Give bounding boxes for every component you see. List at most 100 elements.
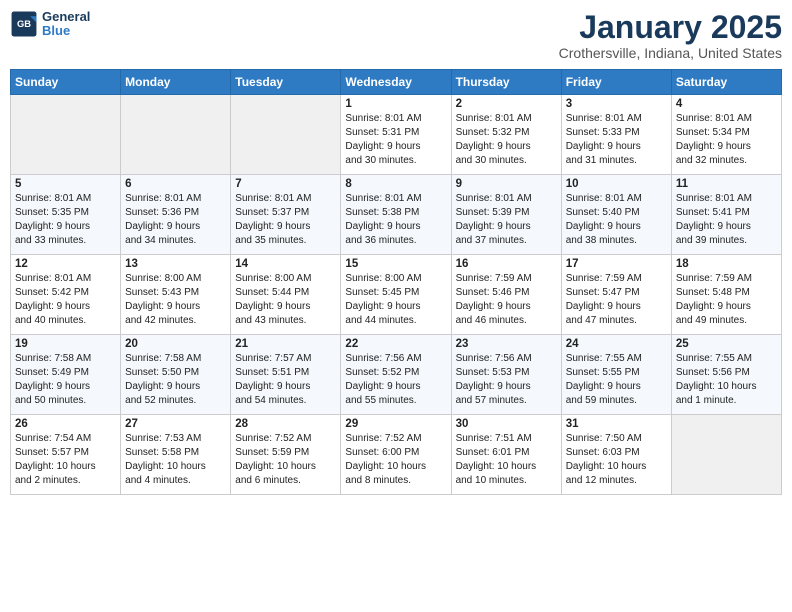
- logo: GB General Blue: [10, 10, 90, 39]
- day-number: 31: [566, 418, 667, 430]
- day-number: 19: [15, 338, 116, 350]
- day-number: 13: [125, 258, 226, 270]
- calendar-cell: 12 Sunrise: 8:01 AM Sunset: 5:42 PM Dayli…: [11, 255, 121, 335]
- day-number: 21: [235, 338, 336, 350]
- calendar-cell: 3 Sunrise: 8:01 AM Sunset: 5:33 PM Daylig…: [561, 95, 671, 175]
- day-number: 5: [15, 178, 116, 190]
- day-info: Sunrise: 7:55 AM Sunset: 5:56 PM Dayligh…: [676, 352, 777, 408]
- calendar-cell: 28Sunrise: 7:52 AM Sunset: 5:59 PM Dayli…: [231, 415, 341, 495]
- day-info: Sunrise: 7:58 AM Sunset: 5:50 PM Dayligh…: [125, 352, 226, 408]
- day-number: 30: [456, 418, 557, 430]
- calendar-cell: 7Sunrise: 8:01 AM Sunset: 5:37 PM Daylig…: [231, 175, 341, 255]
- day-info: Sunrise: 7:54 AM Sunset: 5:57 PM Dayligh…: [15, 432, 116, 488]
- calendar-cell: 21 Sunrise: 7:57 AM Sunset: 5:51 PM Dayli…: [231, 335, 341, 415]
- calendar-cell: 14Sunrise: 8:00 AM Sunset: 5:44 PM Dayli…: [231, 255, 341, 335]
- calendar-cell: 9Sunrise: 8:01 AM Sunset: 5:39 PM Daylig…: [451, 175, 561, 255]
- calendar-cell: 16 Sunrise: 7:59 AM Sunset: 5:46 PM Dayli…: [451, 255, 561, 335]
- day-info: Sunrise: 8:01 AM Sunset: 5:41 PM Dayligh…: [676, 192, 777, 248]
- day-info: Sunrise: 7:59 AM Sunset: 5:46 PM Dayligh…: [456, 272, 557, 328]
- calendar-cell: [121, 95, 231, 175]
- day-info: Sunrise: 7:52 AM Sunset: 5:59 PM Dayligh…: [235, 432, 336, 488]
- weekday-header-friday: Friday: [561, 70, 671, 95]
- calendar-cell: 22 Sunrise: 7:56 AM Sunset: 5:52 PM Dayli…: [341, 335, 451, 415]
- week-row-2: 5 Sunrise: 8:01 AM Sunset: 5:35 PM Daylig…: [11, 175, 782, 255]
- day-number: 8: [345, 178, 446, 190]
- week-row-4: 19 Sunrise: 7:58 AM Sunset: 5:49 PM Dayli…: [11, 335, 782, 415]
- day-info: Sunrise: 8:00 AM Sunset: 5:43 PM Dayligh…: [125, 272, 226, 328]
- day-number: 25: [676, 338, 777, 350]
- title-block: January 2025 Crothersville, Indiana, Uni…: [559, 10, 782, 61]
- calendar-cell: 4Sunrise: 8:01 AM Sunset: 5:34 PM Daylig…: [671, 95, 781, 175]
- calendar-cell: 29 Sunrise: 7:52 AM Sunset: 6:00 PM Dayli…: [341, 415, 451, 495]
- calendar-cell: 1 Sunrise: 8:01 AM Sunset: 5:31 PM Daylig…: [341, 95, 451, 175]
- day-info: Sunrise: 8:01 AM Sunset: 5:34 PM Dayligh…: [676, 112, 777, 168]
- week-row-3: 12 Sunrise: 8:01 AM Sunset: 5:42 PM Dayli…: [11, 255, 782, 335]
- day-info: Sunrise: 8:01 AM Sunset: 5:35 PM Dayligh…: [15, 192, 116, 248]
- location: Crothersville, Indiana, United States: [559, 45, 782, 61]
- calendar-cell: 13 Sunrise: 8:00 AM Sunset: 5:43 PM Dayli…: [121, 255, 231, 335]
- logo-line2: Blue: [42, 24, 90, 38]
- day-number: 29: [345, 418, 446, 430]
- day-info: Sunrise: 7:56 AM Sunset: 5:52 PM Dayligh…: [345, 352, 446, 408]
- day-number: 22: [345, 338, 446, 350]
- day-info: Sunrise: 7:50 AM Sunset: 6:03 PM Dayligh…: [566, 432, 667, 488]
- day-info: Sunrise: 8:00 AM Sunset: 5:45 PM Dayligh…: [345, 272, 446, 328]
- weekday-header-wednesday: Wednesday: [341, 70, 451, 95]
- day-number: 27: [125, 418, 226, 430]
- day-info: Sunrise: 8:01 AM Sunset: 5:33 PM Dayligh…: [566, 112, 667, 168]
- day-info: Sunrise: 7:52 AM Sunset: 6:00 PM Dayligh…: [345, 432, 446, 488]
- day-info: Sunrise: 7:56 AM Sunset: 5:53 PM Dayligh…: [456, 352, 557, 408]
- calendar-cell: 18Sunrise: 7:59 AM Sunset: 5:48 PM Dayli…: [671, 255, 781, 335]
- weekday-header-tuesday: Tuesday: [231, 70, 341, 95]
- day-info: Sunrise: 7:58 AM Sunset: 5:49 PM Dayligh…: [15, 352, 116, 408]
- day-number: 20: [125, 338, 226, 350]
- header: GB General Blue January 2025 Crothersvil…: [10, 10, 782, 61]
- calendar-cell: 11 Sunrise: 8:01 AM Sunset: 5:41 PM Dayli…: [671, 175, 781, 255]
- weekday-header-row: SundayMondayTuesdayWednesdayThursdayFrid…: [11, 70, 782, 95]
- svg-text:GB: GB: [17, 19, 31, 29]
- day-number: 17: [566, 258, 667, 270]
- day-number: 10: [566, 178, 667, 190]
- weekday-header-sunday: Sunday: [11, 70, 121, 95]
- week-row-5: 26Sunrise: 7:54 AM Sunset: 5:57 PM Dayli…: [11, 415, 782, 495]
- calendar-cell: 17Sunrise: 7:59 AM Sunset: 5:47 PM Dayli…: [561, 255, 671, 335]
- day-number: 7: [235, 178, 336, 190]
- day-number: 2: [456, 98, 557, 110]
- day-number: 23: [456, 338, 557, 350]
- calendar-cell: [11, 95, 121, 175]
- day-info: Sunrise: 7:53 AM Sunset: 5:58 PM Dayligh…: [125, 432, 226, 488]
- day-number: 3: [566, 98, 667, 110]
- weekday-header-thursday: Thursday: [451, 70, 561, 95]
- day-number: 11: [676, 178, 777, 190]
- day-info: Sunrise: 7:51 AM Sunset: 6:01 PM Dayligh…: [456, 432, 557, 488]
- day-info: Sunrise: 7:57 AM Sunset: 5:51 PM Dayligh…: [235, 352, 336, 408]
- day-number: 15: [345, 258, 446, 270]
- day-info: Sunrise: 7:55 AM Sunset: 5:55 PM Dayligh…: [566, 352, 667, 408]
- day-number: 24: [566, 338, 667, 350]
- calendar-cell: 31 Sunrise: 7:50 AM Sunset: 6:03 PM Dayli…: [561, 415, 671, 495]
- calendar-cell: 26Sunrise: 7:54 AM Sunset: 5:57 PM Dayli…: [11, 415, 121, 495]
- calendar-cell: 27 Sunrise: 7:53 AM Sunset: 5:58 PM Dayli…: [121, 415, 231, 495]
- day-info: Sunrise: 8:01 AM Sunset: 5:36 PM Dayligh…: [125, 192, 226, 248]
- calendar-cell: 10Sunrise: 8:01 AM Sunset: 5:40 PM Dayli…: [561, 175, 671, 255]
- day-number: 1: [345, 98, 446, 110]
- calendar-table: SundayMondayTuesdayWednesdayThursdayFrid…: [10, 69, 782, 495]
- calendar-cell: 15 Sunrise: 8:00 AM Sunset: 5:45 PM Dayli…: [341, 255, 451, 335]
- calendar-cell: [231, 95, 341, 175]
- calendar-cell: 24 Sunrise: 7:55 AM Sunset: 5:55 PM Dayli…: [561, 335, 671, 415]
- week-row-1: 1 Sunrise: 8:01 AM Sunset: 5:31 PM Daylig…: [11, 95, 782, 175]
- calendar-cell: 19 Sunrise: 7:58 AM Sunset: 5:49 PM Dayli…: [11, 335, 121, 415]
- logo-text: General Blue: [42, 10, 90, 39]
- day-info: Sunrise: 8:00 AM Sunset: 5:44 PM Dayligh…: [235, 272, 336, 328]
- day-number: 16: [456, 258, 557, 270]
- day-info: Sunrise: 8:01 AM Sunset: 5:31 PM Dayligh…: [345, 112, 446, 168]
- day-info: Sunrise: 8:01 AM Sunset: 5:38 PM Dayligh…: [345, 192, 446, 248]
- calendar-cell: 8 Sunrise: 8:01 AM Sunset: 5:38 PM Daylig…: [341, 175, 451, 255]
- day-number: 12: [15, 258, 116, 270]
- day-number: 18: [676, 258, 777, 270]
- calendar-cell: 6 Sunrise: 8:01 AM Sunset: 5:36 PM Daylig…: [121, 175, 231, 255]
- calendar-cell: 2Sunrise: 8:01 AM Sunset: 5:32 PM Daylig…: [451, 95, 561, 175]
- day-info: Sunrise: 8:01 AM Sunset: 5:42 PM Dayligh…: [15, 272, 116, 328]
- day-number: 6: [125, 178, 226, 190]
- weekday-header-saturday: Saturday: [671, 70, 781, 95]
